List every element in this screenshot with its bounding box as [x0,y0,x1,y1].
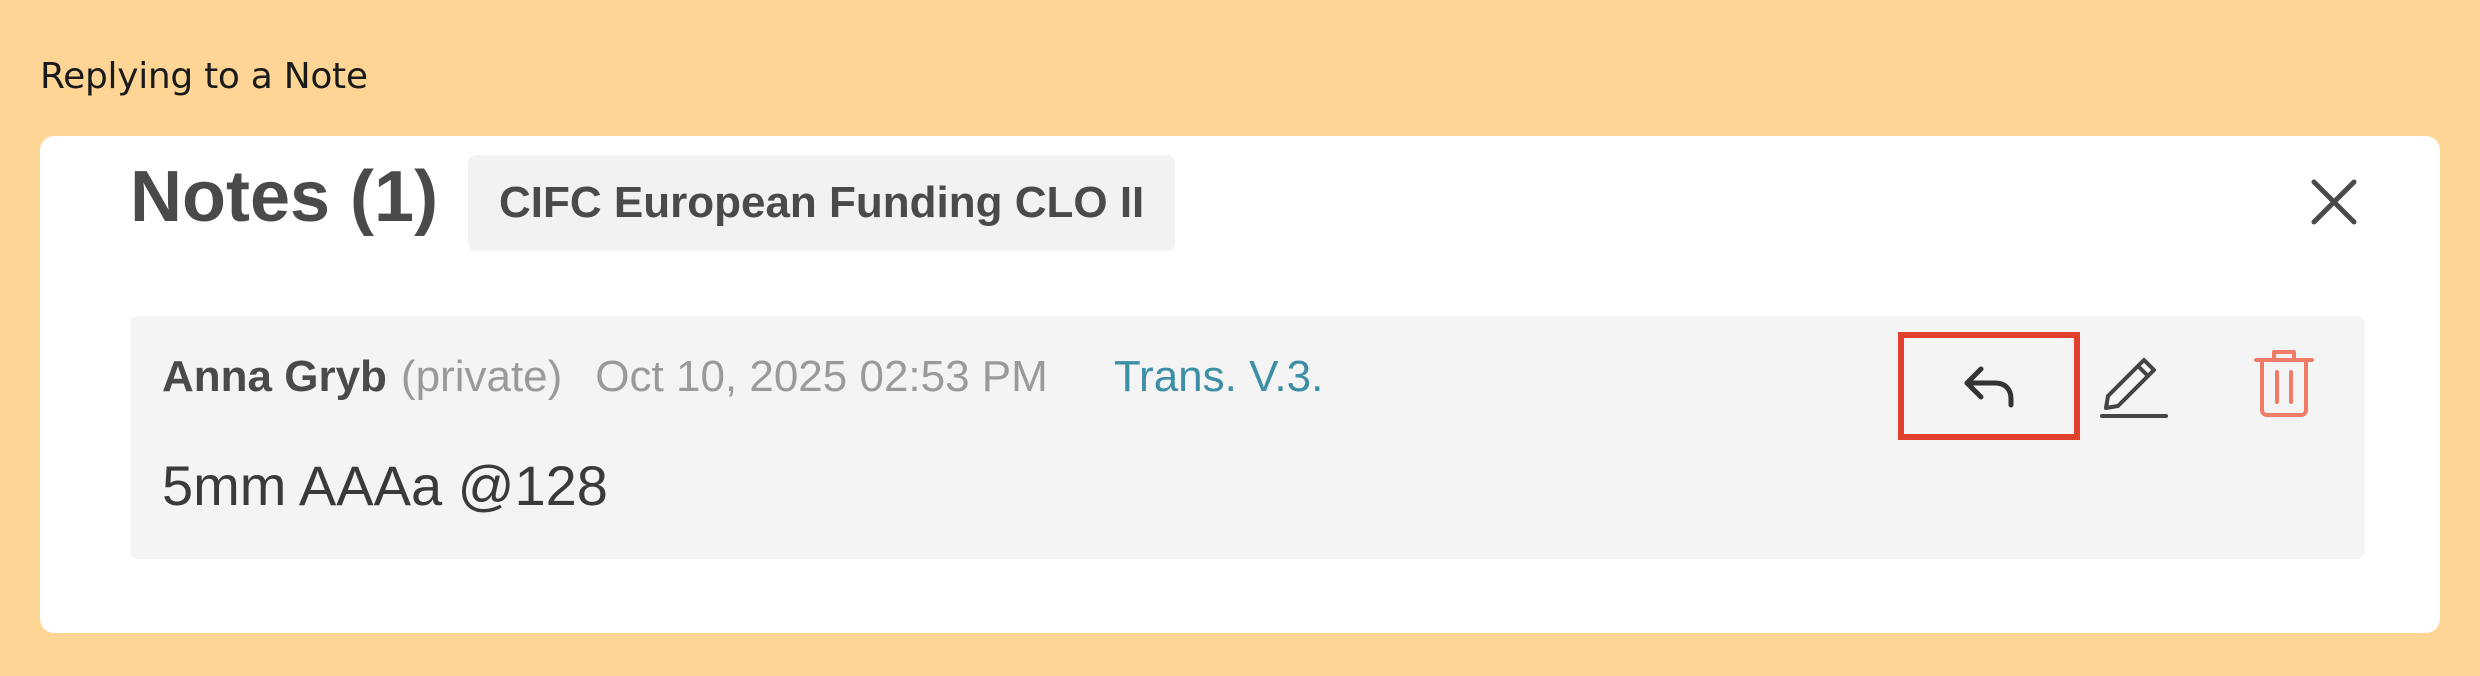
note-privacy: (private) [400,352,563,401]
close-button[interactable] [2304,172,2364,232]
note-author: Anna Gryb [162,352,387,401]
notes-panel: Notes (1) CIFC European Funding CLO II A… [40,136,2440,633]
pencil-icon [2100,358,2168,418]
delete-button[interactable] [2248,346,2320,418]
edit-button[interactable] [2098,346,2170,418]
version-link[interactable]: Trans. V.3. [1114,352,1324,402]
reply-button[interactable] [1898,332,2080,440]
close-icon [2311,179,2357,225]
reply-arrow-icon [1964,366,2014,408]
note-header: Anna Gryb (private) Oct 10, 2025 02:53 P… [162,352,1323,402]
note-item: Anna Gryb (private) Oct 10, 2025 02:53 P… [130,316,2365,559]
note-body: 5mm AAAa @128 [162,454,608,517]
deal-name-chip: CIFC European Funding CLO II [468,155,1176,251]
note-timestamp: Oct 10, 2025 02:53 PM [595,352,1048,401]
notes-title: Notes (1) [130,157,439,237]
trash-icon [2254,350,2314,417]
section-caption: Replying to a Note [40,56,368,97]
